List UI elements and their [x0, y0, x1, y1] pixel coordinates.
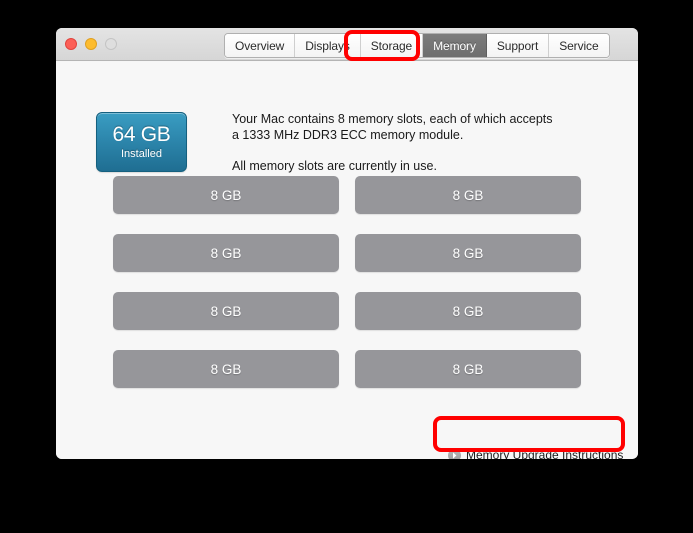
tab-support[interactable]: Support: [486, 34, 550, 57]
disclosure-arrow-right-icon: [448, 448, 461, 459]
memory-description: Your Mac contains 8 memory slots, each o…: [232, 111, 562, 174]
memory-slot[interactable]: 8 GB: [113, 350, 339, 388]
memory-slot[interactable]: 8 GB: [355, 176, 581, 214]
memory-description-line-2: All memory slots are currently in use.: [232, 159, 437, 173]
installed-memory-badge: 64 GB Installed: [96, 112, 187, 172]
system-information-window: Overview Displays Storage Memory Support…: [56, 28, 638, 459]
memory-description-line-1: Your Mac contains 8 memory slots, each o…: [232, 112, 553, 142]
tab-displays[interactable]: Displays: [295, 34, 361, 57]
window-controls: [65, 38, 117, 50]
memory-pane: 64 GB Installed Your Mac contains 8 memo…: [56, 62, 638, 459]
close-button[interactable]: [65, 38, 77, 50]
window-titlebar: Overview Displays Storage Memory Support…: [56, 28, 638, 61]
tab-service[interactable]: Service: [549, 34, 609, 57]
tab-bar: Overview Displays Storage Memory Support…: [224, 33, 610, 58]
memory-slot[interactable]: 8 GB: [355, 234, 581, 272]
tab-storage[interactable]: Storage: [360, 34, 424, 57]
memory-slot[interactable]: 8 GB: [113, 234, 339, 272]
memory-upgrade-instructions-link[interactable]: Memory Upgrade Instructions: [448, 448, 623, 459]
memory-upgrade-instructions-label: Memory Upgrade Instructions: [466, 448, 624, 459]
tab-memory[interactable]: Memory: [423, 34, 487, 57]
minimize-button[interactable]: [85, 38, 97, 50]
tab-overview[interactable]: Overview: [225, 34, 296, 57]
memory-slot-grid: 8 GB 8 GB 8 GB 8 GB 8 GB 8 GB 8 GB 8 GB: [113, 176, 581, 388]
memory-slot[interactable]: 8 GB: [113, 176, 339, 214]
installed-memory-state: Installed: [121, 147, 162, 160]
memory-slot[interactable]: 8 GB: [113, 292, 339, 330]
zoom-button[interactable]: [105, 38, 117, 50]
installed-memory-amount: 64 GB: [112, 122, 171, 146]
memory-slot[interactable]: 8 GB: [355, 350, 581, 388]
memory-slot[interactable]: 8 GB: [355, 292, 581, 330]
